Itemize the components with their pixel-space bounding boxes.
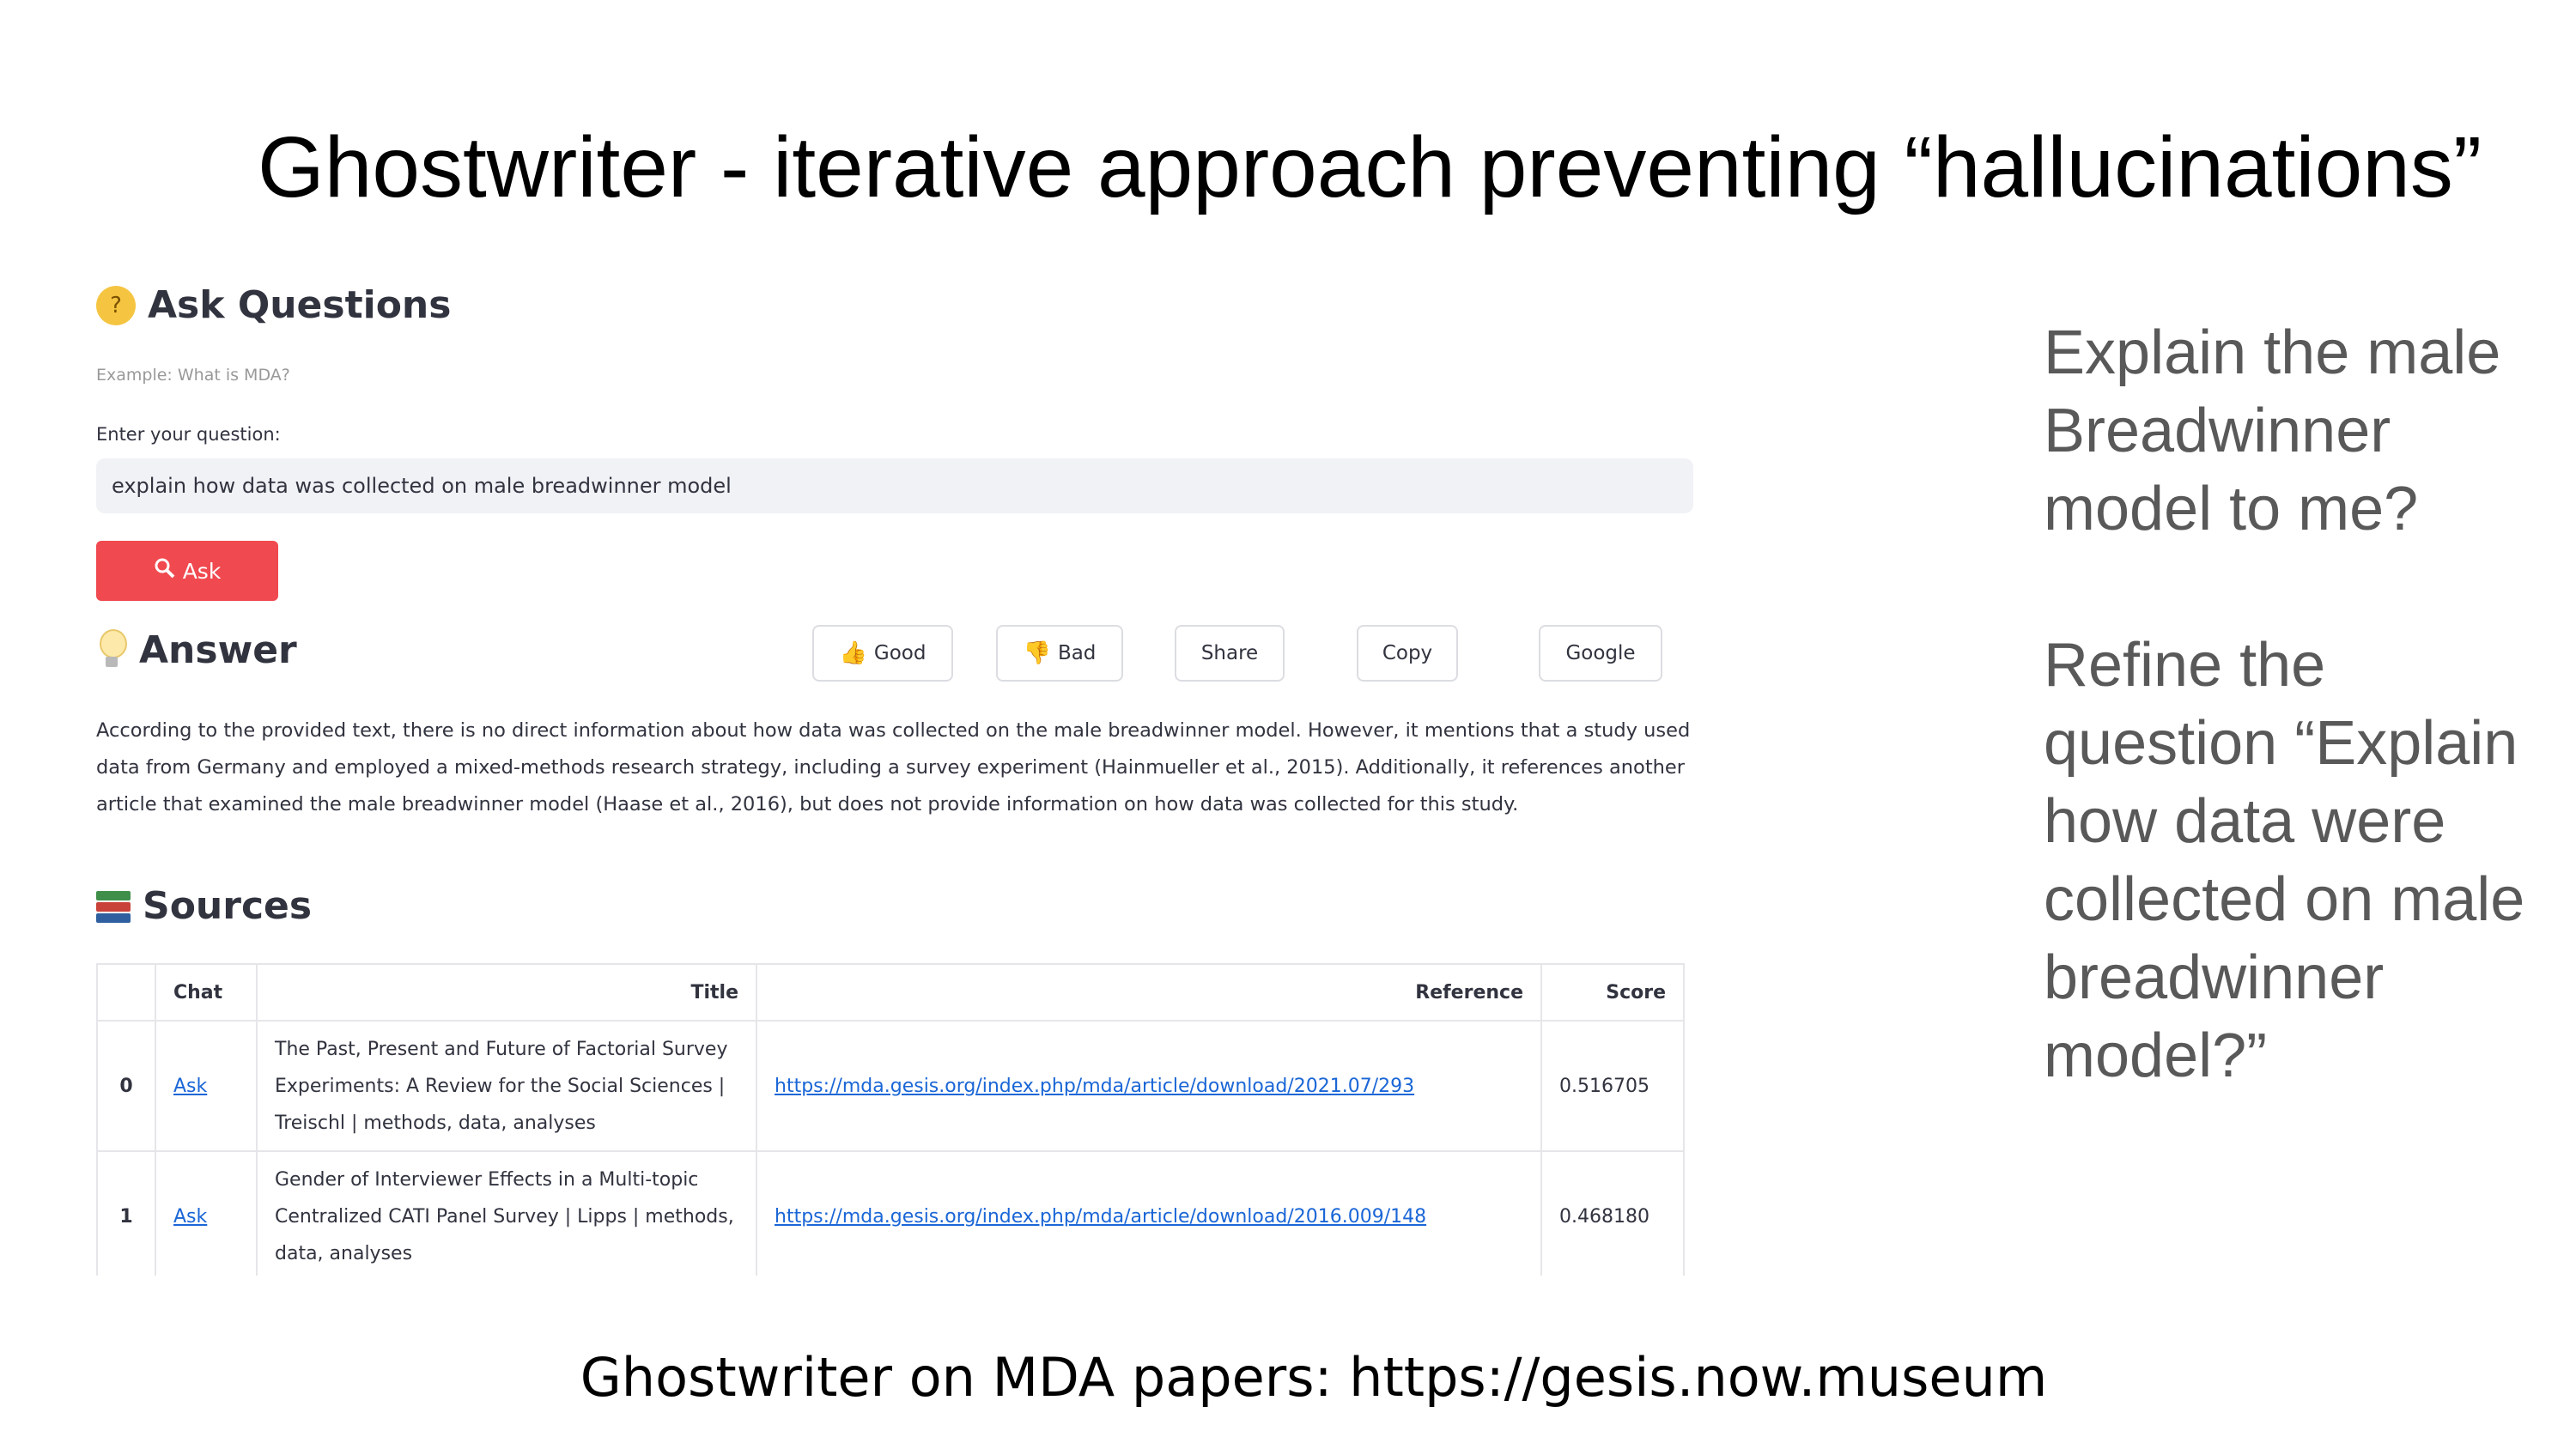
- ghostwriter-screenshot: ? Ask Questions Example: What is MDA? En…: [96, 283, 1710, 1276]
- answer-text: According to the provided text, there is…: [96, 719, 1691, 815]
- table-row: 1 Ask Gender of Interviewer Effects in a…: [96, 1150, 1685, 1276]
- books-icon: [96, 889, 131, 924]
- right-note-initial-question: Explain the male Breadwinner model to me…: [2044, 318, 2501, 543]
- thinking-face-icon: ?: [96, 285, 136, 325]
- right-note-refined-question: Refine the question “Explain how data we…: [2044, 631, 2525, 1090]
- table-row: 0 Ask The Past, Present and Future of Fa…: [96, 1020, 1685, 1152]
- row-index: 0: [96, 1020, 156, 1152]
- source-score: 0.468180: [1540, 1150, 1685, 1276]
- source-title: The Past, Present and Future of Factoria…: [256, 1020, 757, 1152]
- bad-button[interactable]: 👎 Bad: [996, 625, 1123, 682]
- reference-link[interactable]: https://mda.gesis.org/index.php/mda/arti…: [775, 1206, 1426, 1228]
- google-button[interactable]: Google: [1539, 625, 1662, 682]
- share-button[interactable]: Share: [1175, 625, 1285, 682]
- column-header-score[interactable]: Score: [1540, 963, 1685, 1022]
- source-score: 0.516705: [1540, 1020, 1685, 1152]
- table-header-row: Chat Title Reference Score: [96, 963, 1685, 1022]
- lightbulb-icon: [96, 628, 127, 672]
- chat-ask-link[interactable]: Ask: [173, 1076, 207, 1097]
- magnifier-icon: [154, 557, 176, 585]
- copy-button[interactable]: Copy: [1357, 625, 1458, 682]
- bad-label: Bad: [1057, 642, 1097, 664]
- good-button[interactable]: 👍 Good: [812, 625, 953, 682]
- sources-header: Sources: [96, 884, 312, 928]
- answer-heading: Answer: [139, 628, 297, 672]
- row-index: 1: [96, 1150, 156, 1276]
- sources-heading: Sources: [143, 884, 313, 928]
- question-label: Enter your question:: [96, 424, 281, 445]
- sources-table: Chat Title Reference Score 0 Ask The Pas…: [96, 963, 1685, 1276]
- question-input[interactable]: explain how data was collected on male b…: [96, 458, 1693, 513]
- column-header-title[interactable]: Title: [256, 963, 757, 1022]
- ask-questions-header: ? Ask Questions: [96, 283, 451, 327]
- answer-header: Answer: [96, 628, 297, 672]
- ask-questions-heading: Ask Questions: [148, 283, 452, 327]
- good-label: Good: [873, 642, 927, 664]
- column-header-reference[interactable]: Reference: [756, 963, 1542, 1022]
- slide-footer: Ghostwriter on MDA papers: https://gesis…: [580, 1346, 2048, 1409]
- example-hint: Example: What is MDA?: [96, 366, 290, 385]
- ask-button[interactable]: Ask: [96, 541, 278, 601]
- reference-link[interactable]: https://mda.gesis.org/index.php/mda/arti…: [775, 1076, 1414, 1097]
- thumbs-down-icon: 👎: [1023, 640, 1051, 666]
- column-header-chat[interactable]: Chat: [155, 963, 258, 1022]
- column-header-index: [96, 963, 156, 1022]
- ask-button-label: Ask: [182, 558, 222, 584]
- chat-ask-link[interactable]: Ask: [173, 1206, 207, 1228]
- source-title: Gender of Interviewer Effects in a Multi…: [256, 1150, 757, 1276]
- thumbs-up-icon: 👍: [839, 640, 867, 666]
- slide-title: Ghostwriter - iterative approach prevent…: [258, 119, 2482, 215]
